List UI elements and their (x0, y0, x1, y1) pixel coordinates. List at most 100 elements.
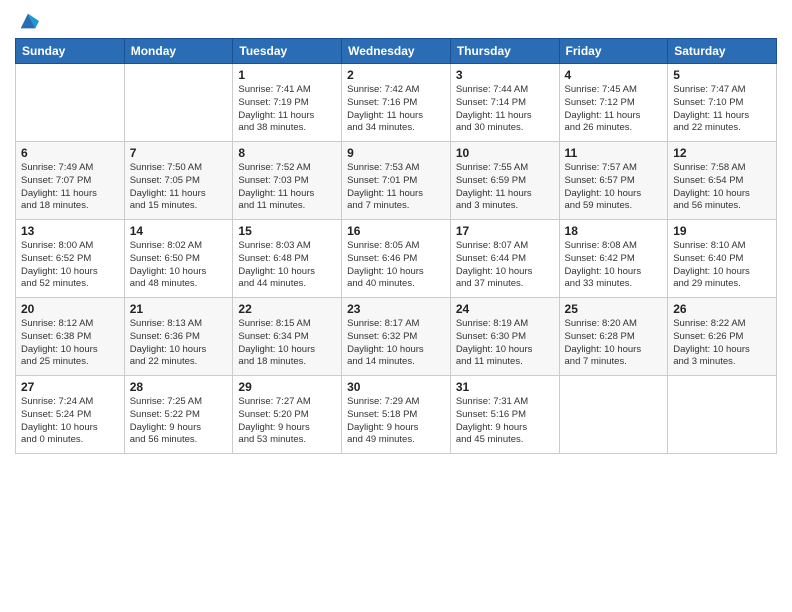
calendar-cell: 26 Sunrise: 8:22 AM Sunset: 6:26 PM Dayli… (668, 298, 777, 376)
calendar-cell: 14 Sunrise: 8:02 AM Sunset: 6:50 PM Dayli… (124, 220, 233, 298)
calendar-cell: 19 Sunrise: 8:10 AM Sunset: 6:40 PM Dayli… (668, 220, 777, 298)
day-header-wednesday: Wednesday (342, 39, 451, 64)
day-info: Sunrise: 7:41 AM Sunset: 7:19 PM Dayligh… (238, 84, 336, 135)
calendar-cell: 31 Sunrise: 7:31 AM Sunset: 5:16 PM Dayli… (450, 376, 559, 454)
day-info: Sunrise: 8:19 AM Sunset: 6:30 PM Dayligh… (456, 318, 554, 369)
day-number: 16 (347, 224, 445, 238)
day-number: 25 (565, 302, 663, 316)
day-info: Sunrise: 8:22 AM Sunset: 6:26 PM Dayligh… (673, 318, 771, 369)
calendar-cell: 9 Sunrise: 7:53 AM Sunset: 7:01 PM Daylig… (342, 142, 451, 220)
day-number: 17 (456, 224, 554, 238)
calendar-cell: 21 Sunrise: 8:13 AM Sunset: 6:36 PM Dayli… (124, 298, 233, 376)
calendar-cell (559, 376, 668, 454)
logo (15, 10, 39, 32)
day-header-monday: Monday (124, 39, 233, 64)
day-number: 2 (347, 68, 445, 82)
day-info: Sunrise: 8:15 AM Sunset: 6:34 PM Dayligh… (238, 318, 336, 369)
calendar-cell: 30Sunrise: 7:29 AM Sunset: 5:18 PM Dayli… (342, 376, 451, 454)
calendar-cell: 17 Sunrise: 8:07 AM Sunset: 6:44 PM Dayli… (450, 220, 559, 298)
day-info: Sunrise: 8:02 AM Sunset: 6:50 PM Dayligh… (130, 240, 228, 291)
calendar-table: SundayMondayTuesdayWednesdayThursdayFrid… (15, 38, 777, 454)
calendar-cell: 6Sunrise: 7:49 AM Sunset: 7:07 PM Daylig… (16, 142, 125, 220)
day-info: Sunrise: 7:27 AM Sunset: 5:20 PM Dayligh… (238, 396, 336, 447)
calendar-week-row: 27 Sunrise: 7:24 AM Sunset: 5:24 PM Dayli… (16, 376, 777, 454)
calendar-cell: 18 Sunrise: 8:08 AM Sunset: 6:42 PM Dayli… (559, 220, 668, 298)
calendar-cell: 8 Sunrise: 7:52 AM Sunset: 7:03 PM Daylig… (233, 142, 342, 220)
calendar-cell: 1 Sunrise: 7:41 AM Sunset: 7:19 PM Daylig… (233, 64, 342, 142)
day-number: 29 (238, 380, 336, 394)
logo-icon (17, 10, 39, 32)
calendar-cell: 10 Sunrise: 7:55 AM Sunset: 6:59 PM Dayli… (450, 142, 559, 220)
day-number: 9 (347, 146, 445, 160)
day-number: 10 (456, 146, 554, 160)
day-info: Sunrise: 8:20 AM Sunset: 6:28 PM Dayligh… (565, 318, 663, 369)
day-info: Sunrise: 7:55 AM Sunset: 6:59 PM Dayligh… (456, 162, 554, 213)
calendar-cell: 25 Sunrise: 8:20 AM Sunset: 6:28 PM Dayli… (559, 298, 668, 376)
day-number: 22 (238, 302, 336, 316)
calendar-cell: 3 Sunrise: 7:44 AM Sunset: 7:14 PM Daylig… (450, 64, 559, 142)
day-info: Sunrise: 8:12 AM Sunset: 6:38 PM Dayligh… (21, 318, 119, 369)
calendar-cell: 4Sunrise: 7:45 AM Sunset: 7:12 PM Daylig… (559, 64, 668, 142)
day-info: Sunrise: 8:00 AM Sunset: 6:52 PM Dayligh… (21, 240, 119, 291)
calendar-cell: 2Sunrise: 7:42 AM Sunset: 7:16 PM Daylig… (342, 64, 451, 142)
day-number: 1 (238, 68, 336, 82)
day-number: 26 (673, 302, 771, 316)
day-header-sunday: Sunday (16, 39, 125, 64)
calendar-cell: 20 Sunrise: 8:12 AM Sunset: 6:38 PM Dayli… (16, 298, 125, 376)
day-info: Sunrise: 8:07 AM Sunset: 6:44 PM Dayligh… (456, 240, 554, 291)
day-number: 28 (130, 380, 228, 394)
day-number: 8 (238, 146, 336, 160)
day-number: 12 (673, 146, 771, 160)
calendar-cell: 11Sunrise: 7:57 AM Sunset: 6:57 PM Dayli… (559, 142, 668, 220)
day-number: 7 (130, 146, 228, 160)
calendar-week-row: 6Sunrise: 7:49 AM Sunset: 7:07 PM Daylig… (16, 142, 777, 220)
day-info: Sunrise: 8:10 AM Sunset: 6:40 PM Dayligh… (673, 240, 771, 291)
day-info: Sunrise: 7:24 AM Sunset: 5:24 PM Dayligh… (21, 396, 119, 447)
day-info: Sunrise: 8:05 AM Sunset: 6:46 PM Dayligh… (347, 240, 445, 291)
calendar-cell: 24 Sunrise: 8:19 AM Sunset: 6:30 PM Dayli… (450, 298, 559, 376)
header (15, 10, 777, 32)
day-info: Sunrise: 8:13 AM Sunset: 6:36 PM Dayligh… (130, 318, 228, 369)
day-number: 24 (456, 302, 554, 316)
calendar-header-row: SundayMondayTuesdayWednesdayThursdayFrid… (16, 39, 777, 64)
calendar-cell: 27 Sunrise: 7:24 AM Sunset: 5:24 PM Dayli… (16, 376, 125, 454)
day-info: Sunrise: 7:52 AM Sunset: 7:03 PM Dayligh… (238, 162, 336, 213)
calendar-cell (124, 64, 233, 142)
calendar-cell: 15 Sunrise: 8:03 AM Sunset: 6:48 PM Dayli… (233, 220, 342, 298)
day-header-tuesday: Tuesday (233, 39, 342, 64)
day-header-thursday: Thursday (450, 39, 559, 64)
calendar-week-row: 13 Sunrise: 8:00 AM Sunset: 6:52 PM Dayli… (16, 220, 777, 298)
day-info: Sunrise: 8:08 AM Sunset: 6:42 PM Dayligh… (565, 240, 663, 291)
day-info: Sunrise: 8:03 AM Sunset: 6:48 PM Dayligh… (238, 240, 336, 291)
day-info: Sunrise: 7:53 AM Sunset: 7:01 PM Dayligh… (347, 162, 445, 213)
calendar-cell (16, 64, 125, 142)
day-number: 18 (565, 224, 663, 238)
day-number: 27 (21, 380, 119, 394)
day-number: 14 (130, 224, 228, 238)
day-number: 21 (130, 302, 228, 316)
calendar-week-row: 1 Sunrise: 7:41 AM Sunset: 7:19 PM Daylig… (16, 64, 777, 142)
day-info: Sunrise: 7:50 AM Sunset: 7:05 PM Dayligh… (130, 162, 228, 213)
calendar-cell (668, 376, 777, 454)
day-number: 6 (21, 146, 119, 160)
page: SundayMondayTuesdayWednesdayThursdayFrid… (0, 0, 792, 612)
day-info: Sunrise: 7:45 AM Sunset: 7:12 PM Dayligh… (565, 84, 663, 135)
day-number: 23 (347, 302, 445, 316)
day-number: 3 (456, 68, 554, 82)
day-info: Sunrise: 7:44 AM Sunset: 7:14 PM Dayligh… (456, 84, 554, 135)
calendar-cell: 29 Sunrise: 7:27 AM Sunset: 5:20 PM Dayli… (233, 376, 342, 454)
calendar-cell: 23 Sunrise: 8:17 AM Sunset: 6:32 PM Dayli… (342, 298, 451, 376)
day-number: 15 (238, 224, 336, 238)
day-info: Sunrise: 8:17 AM Sunset: 6:32 PM Dayligh… (347, 318, 445, 369)
day-header-saturday: Saturday (668, 39, 777, 64)
day-number: 31 (456, 380, 554, 394)
day-number: 20 (21, 302, 119, 316)
calendar-cell: 22 Sunrise: 8:15 AM Sunset: 6:34 PM Dayli… (233, 298, 342, 376)
day-header-friday: Friday (559, 39, 668, 64)
day-number: 19 (673, 224, 771, 238)
day-number: 5 (673, 68, 771, 82)
day-number: 13 (21, 224, 119, 238)
day-info: Sunrise: 7:31 AM Sunset: 5:16 PM Dayligh… (456, 396, 554, 447)
calendar-cell: 13 Sunrise: 8:00 AM Sunset: 6:52 PM Dayli… (16, 220, 125, 298)
calendar-cell: 5Sunrise: 7:47 AM Sunset: 7:10 PM Daylig… (668, 64, 777, 142)
